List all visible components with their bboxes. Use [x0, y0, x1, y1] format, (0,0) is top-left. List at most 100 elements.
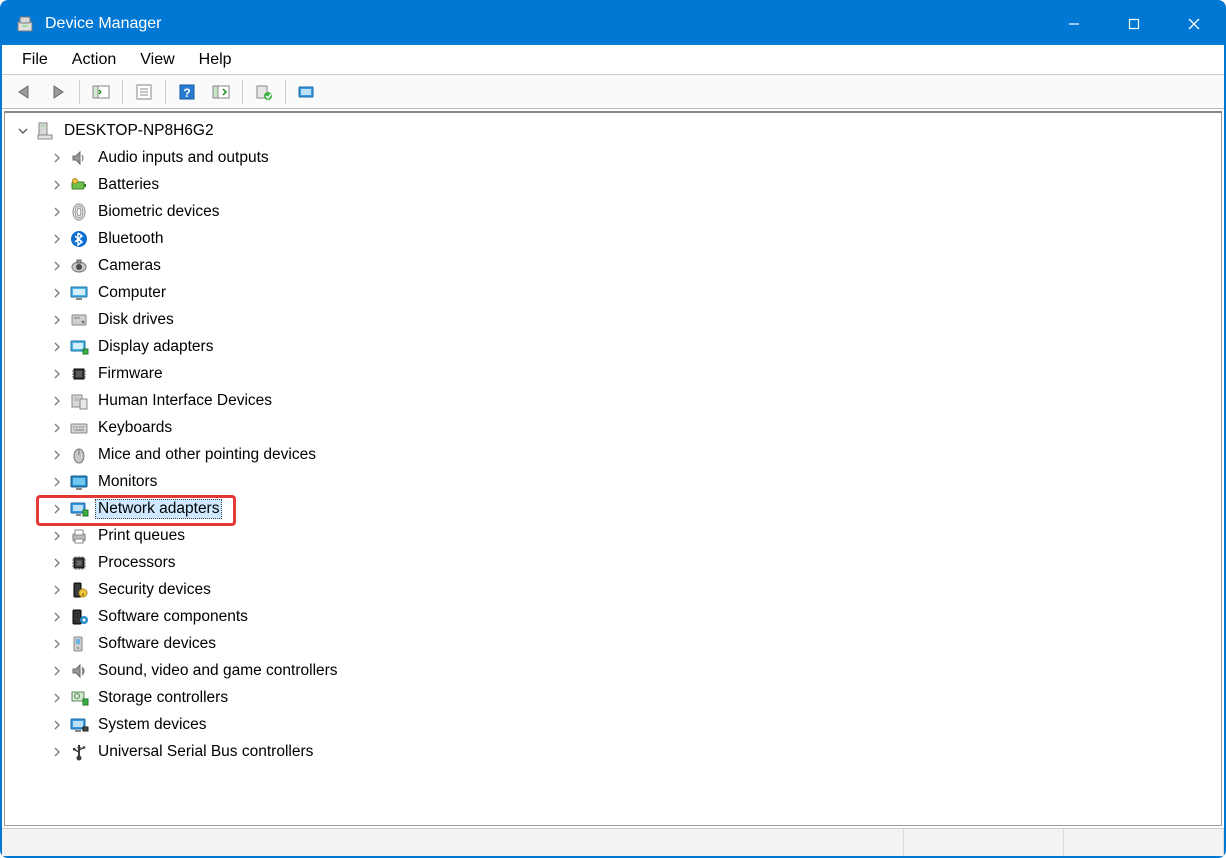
tree-item-universal-serial-bus-controllers[interactable]: Universal Serial Bus controllers [5, 738, 1221, 765]
chevron-right-icon[interactable] [49, 285, 65, 301]
tree-item-audio-inputs-and-outputs[interactable]: Audio inputs and outputs [5, 144, 1221, 171]
chevron-right-icon[interactable] [49, 366, 65, 382]
toolbar-separator [285, 80, 286, 104]
chip-icon [69, 364, 89, 384]
tree-root[interactable]: DESKTOP-NP8H6G2 [5, 117, 1221, 144]
chevron-right-icon[interactable] [49, 150, 65, 166]
close-button[interactable] [1164, 2, 1224, 45]
tree-item-monitors[interactable]: Monitors [5, 468, 1221, 495]
menu-action[interactable]: Action [60, 47, 128, 73]
tree-item-display-adapters[interactable]: Display adapters [5, 333, 1221, 360]
tree-item-network-adapters[interactable]: Network adapters [5, 495, 1221, 522]
chevron-right-icon[interactable] [49, 609, 65, 625]
chevron-right-icon[interactable] [49, 474, 65, 490]
minimize-button[interactable] [1044, 2, 1104, 45]
tree-item-processors[interactable]: Processors [5, 549, 1221, 576]
chevron-right-icon[interactable] [49, 420, 65, 436]
chevron-right-icon[interactable] [49, 393, 65, 409]
monitor-icon [69, 283, 89, 303]
toolbar: ? [2, 75, 1224, 109]
tree-item-label: Human Interface Devices [95, 391, 275, 411]
chevron-right-icon[interactable] [49, 204, 65, 220]
chevron-right-icon[interactable] [49, 555, 65, 571]
tree-item-label: Cameras [95, 256, 164, 276]
tree-item-human-interface-devices[interactable]: Human Interface Devices [5, 387, 1221, 414]
tree-item-software-components[interactable]: Software components [5, 603, 1221, 630]
device-tree[interactable]: DESKTOP-NP8H6G2 Audio inputs and outputs… [4, 111, 1222, 826]
fingerprint-icon [69, 202, 89, 222]
tree-item-label: Storage controllers [95, 688, 231, 708]
toolbar-separator [165, 80, 166, 104]
tree-item-biometric-devices[interactable]: Biometric devices [5, 198, 1221, 225]
network-adapter-icon [69, 499, 89, 519]
status-cell-3 [1064, 829, 1224, 856]
chevron-down-icon[interactable] [15, 123, 31, 139]
tree-item-keyboards[interactable]: Keyboards [5, 414, 1221, 441]
tree-item-disk-drives[interactable]: Disk drives [5, 306, 1221, 333]
speaker-icon [69, 148, 89, 168]
tree-item-storage-controllers[interactable]: Storage controllers [5, 684, 1221, 711]
statusbar [2, 828, 1224, 856]
tree-item-sound-video-and-game-controllers[interactable]: Sound, video and game controllers [5, 657, 1221, 684]
properties-button[interactable] [128, 78, 160, 106]
tree-item-batteries[interactable]: Batteries [5, 171, 1221, 198]
chevron-right-icon[interactable] [49, 258, 65, 274]
chevron-right-icon[interactable] [49, 636, 65, 652]
tree-item-label: Network adapters [95, 499, 222, 519]
hid-icon [69, 391, 89, 411]
tree-item-label: System devices [95, 715, 210, 735]
disk-icon [69, 310, 89, 330]
display-adapter-icon [69, 337, 89, 357]
chevron-right-icon[interactable] [49, 501, 65, 517]
tree-item-system-devices[interactable]: System devices [5, 711, 1221, 738]
processor-icon [69, 553, 89, 573]
help-button[interactable]: ? [171, 78, 203, 106]
tree-item-computer[interactable]: Computer [5, 279, 1221, 306]
chevron-right-icon[interactable] [49, 582, 65, 598]
tree-item-software-devices[interactable]: Software devices [5, 630, 1221, 657]
storage-icon [69, 688, 89, 708]
monitor-blue-icon [69, 472, 89, 492]
tree-item-label: Firmware [95, 364, 166, 384]
tree-item-bluetooth[interactable]: Bluetooth [5, 225, 1221, 252]
chevron-right-icon[interactable] [49, 447, 65, 463]
menu-file[interactable]: File [10, 47, 60, 73]
menu-help[interactable]: Help [187, 47, 244, 73]
chevron-right-icon[interactable] [49, 690, 65, 706]
chevron-right-icon[interactable] [49, 231, 65, 247]
tree-item-label: Universal Serial Bus controllers [95, 742, 316, 762]
tree-item-label: Mice and other pointing devices [95, 445, 319, 465]
tree-item-firmware[interactable]: Firmware [5, 360, 1221, 387]
chevron-right-icon[interactable] [49, 663, 65, 679]
tree-item-label: Disk drives [95, 310, 177, 330]
bluetooth-icon [69, 229, 89, 249]
menu-view[interactable]: View [128, 47, 186, 73]
tree-item-mice-and-other-pointing-devices[interactable]: Mice and other pointing devices [5, 441, 1221, 468]
tree-item-label: Biometric devices [95, 202, 222, 222]
scan-hardware-button[interactable] [291, 78, 323, 106]
tree-item-label: Display adapters [95, 337, 216, 357]
chevron-right-icon[interactable] [49, 177, 65, 193]
chevron-right-icon[interactable] [49, 528, 65, 544]
chevron-right-icon[interactable] [49, 339, 65, 355]
mouse-icon [69, 445, 89, 465]
system-device-icon [69, 715, 89, 735]
update-driver-button[interactable] [205, 78, 237, 106]
forward-button[interactable] [42, 78, 74, 106]
maximize-button[interactable] [1104, 2, 1164, 45]
window-title: Device Manager [45, 15, 1044, 33]
tree-item-label: Computer [95, 283, 169, 303]
toolbar-separator [79, 80, 80, 104]
software-device-icon [69, 634, 89, 654]
back-button[interactable] [8, 78, 40, 106]
chevron-right-icon[interactable] [49, 717, 65, 733]
tree-item-security-devices[interactable]: Security devices [5, 576, 1221, 603]
tree-item-cameras[interactable]: Cameras [5, 252, 1221, 279]
uninstall-device-button[interactable] [248, 78, 280, 106]
tree-item-print-queues[interactable]: Print queues [5, 522, 1221, 549]
toolbar-separator [242, 80, 243, 104]
show-hide-console-tree-button[interactable] [85, 78, 117, 106]
chevron-right-icon[interactable] [49, 744, 65, 760]
chevron-right-icon[interactable] [49, 312, 65, 328]
keyboard-icon [69, 418, 89, 438]
